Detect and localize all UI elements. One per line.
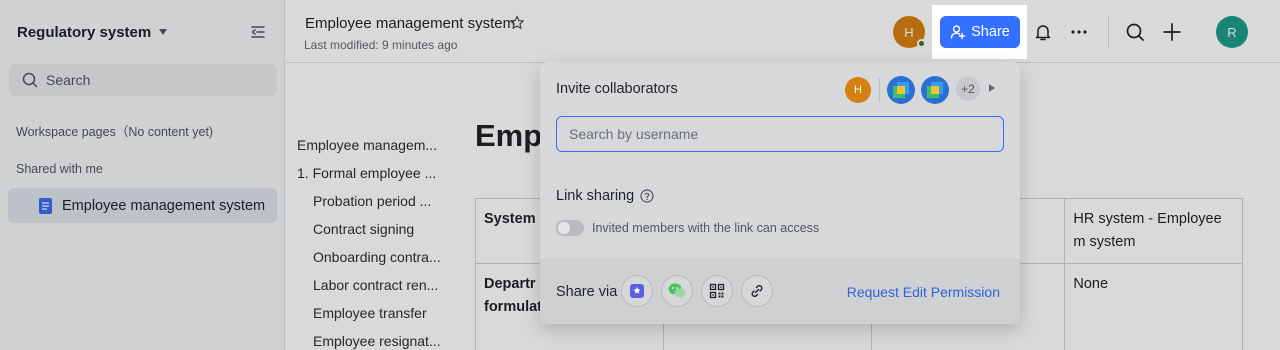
link-sharing-toggle-label: Invited members with the link can access bbox=[592, 221, 820, 235]
toggle-knob bbox=[558, 222, 570, 234]
share-via-link-button[interactable] bbox=[741, 275, 773, 307]
share-via-app-button[interactable] bbox=[621, 275, 653, 307]
share-button-highlight: Share bbox=[932, 5, 1027, 59]
link-sharing-header: Link sharing bbox=[556, 188, 654, 204]
collaborator-initial: H bbox=[854, 84, 862, 96]
app-icon[interactable] bbox=[921, 76, 949, 104]
wechat-icon bbox=[668, 283, 686, 298]
invite-collaborators-title: Invite collaborators bbox=[556, 81, 678, 97]
share-button[interactable]: Share bbox=[940, 16, 1020, 48]
link-icon bbox=[751, 285, 763, 297]
share-via-wechat-button[interactable] bbox=[661, 275, 693, 307]
share-popover: Invite collaborators H +2 Link sharing bbox=[540, 62, 1020, 324]
qrcode-icon bbox=[709, 283, 725, 299]
link-sharing-title: Link sharing bbox=[556, 188, 635, 204]
add-user-icon bbox=[950, 25, 966, 40]
share-button-label: Share bbox=[971, 24, 1010, 40]
collaborator-divider bbox=[879, 78, 880, 102]
more-collaborators-badge[interactable]: +2 bbox=[956, 77, 980, 101]
popover-invite-section: Invite collaborators H +2 Link sharing bbox=[540, 62, 1020, 258]
more-count: +2 bbox=[961, 82, 975, 96]
help-icon[interactable] bbox=[640, 189, 654, 203]
request-edit-permission-link[interactable]: Request Edit Permission bbox=[847, 284, 1000, 300]
collaborator-avatar[interactable]: H bbox=[845, 77, 871, 103]
app-icon bbox=[630, 284, 644, 298]
share-via-label: Share via bbox=[556, 284, 618, 300]
username-search-input[interactable] bbox=[556, 116, 1004, 152]
app-icon[interactable] bbox=[887, 76, 915, 104]
link-sharing-toggle[interactable] bbox=[556, 220, 584, 236]
chevron-right-icon[interactable] bbox=[989, 84, 995, 92]
share-via-qrcode-button[interactable] bbox=[701, 275, 733, 307]
